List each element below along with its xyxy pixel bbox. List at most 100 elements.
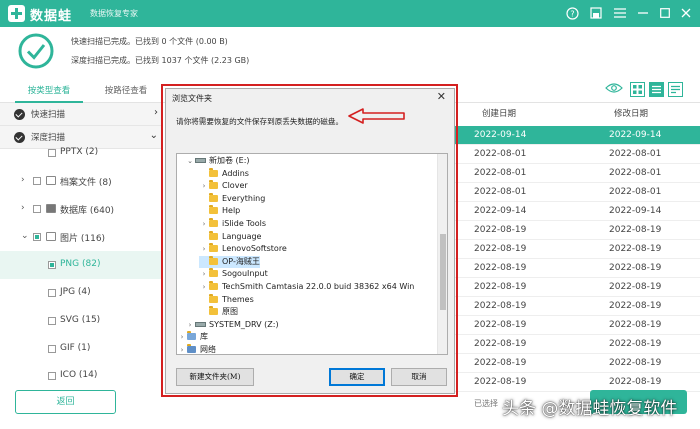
close-icon[interactable]: ✕ — [437, 90, 446, 103]
quick-scan-section[interactable]: 快速扫描 › — [0, 103, 163, 126]
column-header-modified[interactable]: 修改日期 — [614, 103, 648, 126]
folder-tree-item[interactable]: Language — [199, 230, 261, 244]
checkbox[interactable] — [48, 372, 56, 380]
chevron-right-icon: › — [154, 107, 158, 118]
grid-view-icon[interactable] — [630, 82, 645, 100]
table-row[interactable]: 2022-08-19 2022-08-19 — [454, 259, 700, 278]
folder-tree-item[interactable]: OP-海贼王 — [199, 255, 260, 269]
sidebar-item-png[interactable]: PNG (82) — [0, 251, 163, 279]
checkbox[interactable] — [33, 205, 41, 213]
chevron-right-icon[interactable]: › — [185, 319, 195, 332]
tree-scrollbar[interactable] — [437, 154, 447, 354]
table-row[interactable]: 2022-08-19 2022-08-19 — [454, 240, 700, 259]
chevron-right-icon[interactable]: › — [199, 218, 209, 231]
cancel-button[interactable]: 取消 — [391, 368, 447, 386]
sidebar-item-jpg[interactable]: JPG (4) — [0, 279, 163, 307]
table-row[interactable]: 2022-08-01 2022-08-01 — [454, 164, 700, 183]
folder-tree-item[interactable]: 原图 — [199, 306, 238, 319]
table-row[interactable]: 2022-08-19 2022-08-19 — [454, 297, 700, 316]
folder-tree-item[interactable]: › LenovoSoftstore — [199, 243, 287, 256]
table-row[interactable]: 2022-08-19 2022-08-19 — [454, 278, 700, 297]
folder-icon — [209, 205, 218, 215]
modified-date-cell: 2022-08-19 — [609, 263, 662, 273]
menu-icon[interactable] — [611, 4, 629, 22]
folder-tree-item[interactable]: › Clover — [199, 180, 248, 193]
folder-icon — [209, 281, 218, 290]
minimize-icon[interactable] — [634, 4, 652, 22]
table-row[interactable]: 2022-08-19 2022-08-19 — [454, 316, 700, 335]
checkbox[interactable] — [48, 289, 56, 297]
maximize-icon[interactable] — [656, 4, 674, 22]
sidebar-item-database[interactable]: › 数据库 (640) — [0, 195, 163, 223]
scrollbar-thumb[interactable] — [440, 234, 446, 310]
help-icon[interactable]: ? — [563, 4, 581, 22]
chevron-down-icon[interactable]: ⌄ — [185, 155, 195, 168]
tab-by-path[interactable]: 按路径查看 — [92, 80, 160, 103]
deep-scan-result: 深度扫描已完成。已找到 1037 个文件 (2.23 GB) — [71, 56, 250, 65]
ok-button[interactable]: 确定 — [329, 368, 385, 386]
chevron-right-icon[interactable]: › — [199, 243, 209, 256]
checkbox[interactable] — [48, 317, 56, 325]
save-icon[interactable] — [587, 4, 605, 22]
selection-status: 已选择 — [474, 399, 498, 408]
folder-tree[interactable]: ⌄ 新加卷 (E:) Addins › Clover Everything Help › iSl… — [176, 153, 448, 355]
folder-tree-item[interactable]: › SYSTEM_DRV (Z:) — [185, 319, 279, 332]
folder-icon — [209, 268, 218, 278]
back-button[interactable]: 返回 — [15, 390, 116, 414]
column-header-created[interactable]: 创建日期 — [482, 103, 516, 126]
table-row[interactable]: 2022-08-01 2022-08-01 — [454, 145, 700, 164]
folder-tree-item[interactable]: › 网络 — [177, 344, 216, 354]
sidebar-item-svg[interactable]: SVG (15) — [0, 307, 163, 335]
sidebar-item-gif[interactable]: GIF (1) — [0, 335, 163, 363]
table-row[interactable]: 2022-08-01 2022-08-01 — [454, 183, 700, 202]
checkbox[interactable] — [48, 261, 56, 269]
table-row[interactable]: 2022-08-19 2022-08-19 — [454, 221, 700, 240]
folder-tree-item[interactable]: › TechSmith Camtasia 22.0.0 buid 38362 x6… — [199, 281, 414, 294]
chevron-right-icon[interactable]: › — [199, 180, 209, 193]
folder-tree-label: Themes — [222, 294, 254, 304]
watermark: 头条 @数据蛙恢复软件 — [502, 399, 678, 419]
table-row[interactable]: 2022-09-14 2022-09-14 — [454, 202, 700, 221]
table-row[interactable]: 2022-08-19 2022-08-19 — [454, 354, 700, 373]
sidebar-item-images[interactable]: ⌄ 图片 (116) — [0, 223, 163, 251]
checkbox[interactable] — [48, 149, 56, 157]
preview-eye-icon[interactable] — [605, 82, 623, 97]
chevron-right-icon[interactable]: › — [199, 281, 209, 294]
folder-tree-item[interactable]: Everything — [199, 192, 265, 206]
folder-tree-item[interactable]: Help — [199, 205, 240, 218]
sidebar-item-pptx[interactable]: PPTX (2) — [0, 139, 163, 167]
folder-tree-label: 新加卷 (E:) — [209, 156, 250, 165]
folder-tree-item[interactable]: Themes — [199, 293, 254, 307]
folder-tree-item[interactable]: › 库 — [177, 331, 208, 344]
chevron-right-icon[interactable]: › — [177, 331, 187, 344]
folder-tree-item[interactable]: ⌄ 新加卷 (E:) — [185, 155, 250, 168]
chevron-down-icon[interactable]: ⌄ — [21, 231, 29, 241]
detail-view-icon[interactable] — [668, 82, 683, 100]
checkbox[interactable] — [33, 233, 41, 241]
created-date-cell: 2022-08-01 — [474, 168, 527, 178]
checkbox[interactable] — [33, 177, 41, 185]
modified-date-cell: 2022-08-19 — [609, 225, 662, 235]
sidebar-item-ico[interactable]: ICO (14) — [0, 362, 163, 390]
checkbox[interactable] — [48, 345, 56, 353]
sidebar-item-archives[interactable]: › 档案文件 (8) — [0, 167, 163, 195]
table-row[interactable]: 2022-08-19 2022-08-19 — [454, 335, 700, 354]
chevron-right-icon[interactable]: › — [21, 175, 25, 185]
folder-tree-item[interactable]: Addins — [199, 167, 249, 181]
tab-by-type[interactable]: 按类型查看 — [15, 80, 83, 103]
modified-date-cell: 2022-09-14 — [609, 206, 662, 216]
created-date-cell: 2022-09-14 — [474, 206, 527, 216]
new-folder-button[interactable]: 新建文件夹(M) — [176, 368, 254, 386]
chevron-right-icon[interactable]: › — [199, 268, 209, 281]
sidebar-item-label: 档案文件 (8) — [60, 178, 112, 188]
sidebar-item-label: 数据库 (640) — [60, 206, 115, 216]
chevron-right-icon[interactable]: › — [21, 203, 25, 213]
chevron-right-icon[interactable]: › — [177, 344, 187, 354]
close-icon[interactable] — [677, 4, 695, 22]
folder-tree-item[interactable]: › SogouInput — [199, 268, 268, 281]
app-name: 数据蛙 — [30, 9, 73, 24]
table-row[interactable]: 2022-09-14 2022-09-14 — [454, 126, 700, 145]
list-view-icon[interactable] — [649, 82, 664, 100]
folder-tree-item[interactable]: › iSlide Tools — [199, 218, 266, 231]
folder-tree-label: 库 — [200, 332, 208, 342]
